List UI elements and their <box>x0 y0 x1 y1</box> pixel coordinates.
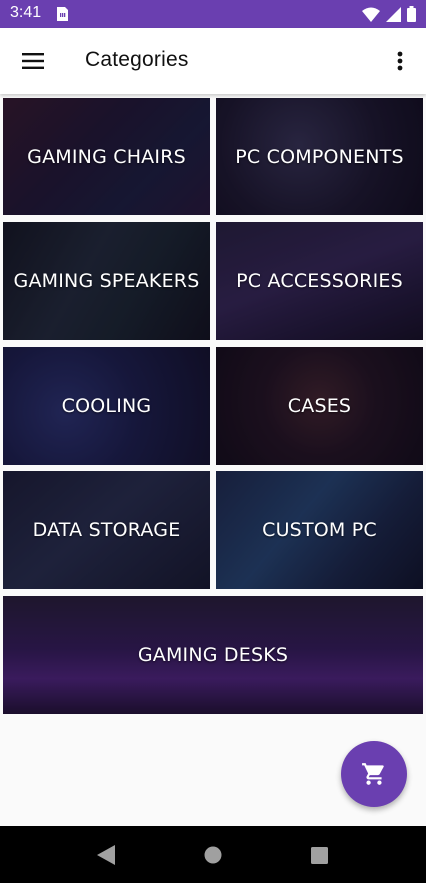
app-bar: Categories <box>0 28 426 94</box>
category-label: DATA STORAGE <box>32 519 181 541</box>
wifi-icon <box>362 7 380 22</box>
home-icon <box>204 846 222 864</box>
category-tile-pc-accessories[interactable]: PC ACCESSORIES <box>216 222 423 340</box>
category-tile-pc-components[interactable]: PC COMPONENTS <box>216 98 423 215</box>
category-label: PC COMPONENTS <box>235 145 404 168</box>
cart-fab-button[interactable] <box>341 741 407 807</box>
category-tile-gaming-desks[interactable]: GAMING DESKS <box>3 596 423 714</box>
shopping-cart-icon <box>362 763 384 785</box>
category-label: CUSTOM PC <box>262 519 377 541</box>
category-tile-cooling[interactable]: COOLING <box>3 347 210 465</box>
nav-back-button[interactable] <box>86 843 126 867</box>
more-options-button[interactable] <box>386 46 414 76</box>
nav-home-button[interactable] <box>193 843 233 867</box>
category-label: GAMING CHAIRS <box>27 145 186 168</box>
category-label: CASES <box>287 395 352 417</box>
sim-card-icon <box>57 7 68 21</box>
category-tile-data-storage[interactable]: DATA STORAGE <box>3 471 210 589</box>
category-label: GAMING SPEAKERS <box>13 270 200 292</box>
page-title: Categories <box>85 48 189 71</box>
battery-icon <box>407 6 416 22</box>
category-tile-cases[interactable]: CASES <box>216 347 423 465</box>
nav-recents-button[interactable] <box>299 843 339 867</box>
category-tile-custom-pc[interactable]: CUSTOM PC <box>216 471 423 589</box>
back-icon <box>97 845 115 865</box>
status-time: 3:41 <box>10 4 42 21</box>
category-label: COOLING <box>61 395 152 417</box>
system-nav-bar <box>0 826 426 883</box>
category-tile-gaming-speakers[interactable]: GAMING SPEAKERS <box>3 222 210 340</box>
category-tile-gaming-chairs[interactable]: GAMING CHAIRS <box>3 98 210 215</box>
hamburger-menu-icon <box>22 53 44 69</box>
signal-icon <box>386 6 401 22</box>
recents-icon <box>310 846 328 864</box>
menu-button[interactable] <box>14 46 52 76</box>
status-bar: 3:41 <box>0 0 426 28</box>
more-vert-icon <box>397 51 403 71</box>
category-label: PC ACCESSORIES <box>236 270 403 292</box>
category-label: GAMING DESKS <box>137 644 289 666</box>
status-icons <box>362 6 416 22</box>
